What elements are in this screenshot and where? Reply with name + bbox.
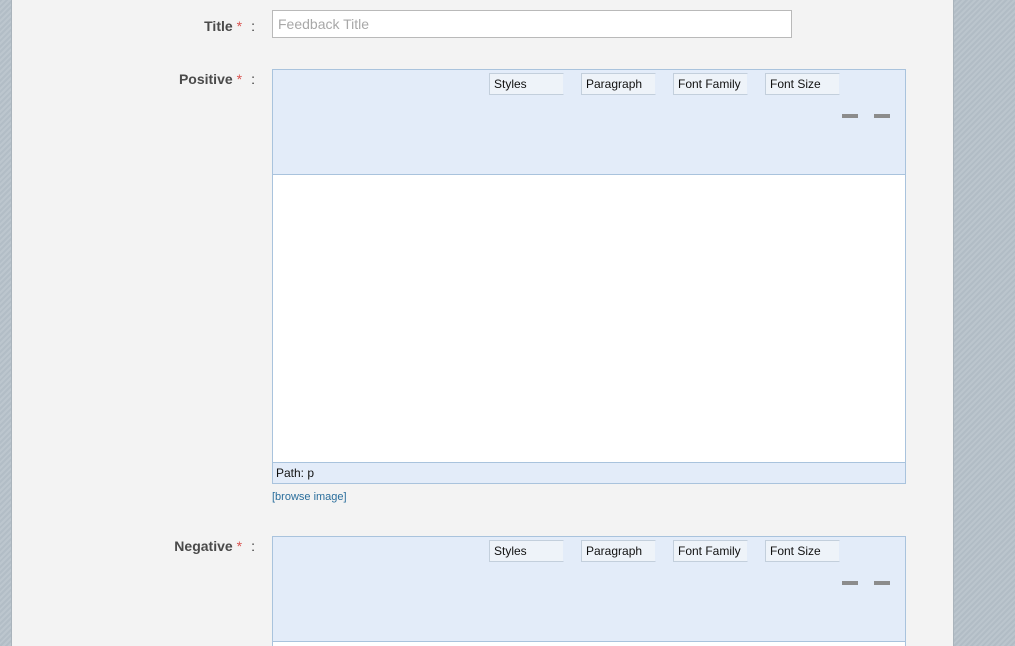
styles-dropdown[interactable]: Styles [489,73,564,95]
editor-toolbar: Styles Paragraph Font Family Font Size [273,70,905,175]
title-label-text: Title [204,18,233,34]
required-mark: * [236,71,243,87]
title-label: Title *: [160,18,255,34]
title-input[interactable] [272,10,792,38]
minus-icon[interactable] [874,581,890,585]
required-mark: * [236,18,243,34]
font-family-dropdown[interactable]: Font Family [673,73,748,95]
label-colon: : [251,71,255,87]
minus-icon[interactable] [874,114,890,118]
minus-icon[interactable] [842,114,858,118]
positive-label: Positive *: [140,71,255,87]
right-background-stripe [954,0,1015,646]
negative-editor-content[interactable] [273,642,905,646]
browse-image-link[interactable]: [browse image] [272,491,347,503]
editor-path-status: Path: p [273,462,905,483]
negative-label: Negative *: [135,538,255,554]
positive-rich-text-editor: Styles Paragraph Font Family Font Size P… [272,69,906,484]
left-background-stripe [0,0,11,646]
negative-rich-text-editor: Styles Paragraph Font Family Font Size [272,536,906,646]
paragraph-dropdown[interactable]: Paragraph [581,540,656,562]
minus-icon[interactable] [842,581,858,585]
negative-label-text: Negative [174,538,233,554]
label-colon: : [251,538,255,554]
font-size-dropdown[interactable]: Font Size [765,73,840,95]
editor-toolbar: Styles Paragraph Font Family Font Size [273,537,905,642]
label-colon: : [251,18,255,34]
font-family-dropdown[interactable]: Font Family [673,540,748,562]
required-mark: * [236,538,243,554]
positive-editor-content[interactable] [273,175,905,462]
font-size-dropdown[interactable]: Font Size [765,540,840,562]
styles-dropdown[interactable]: Styles [489,540,564,562]
positive-label-text: Positive [178,71,233,87]
paragraph-dropdown[interactable]: Paragraph [581,73,656,95]
